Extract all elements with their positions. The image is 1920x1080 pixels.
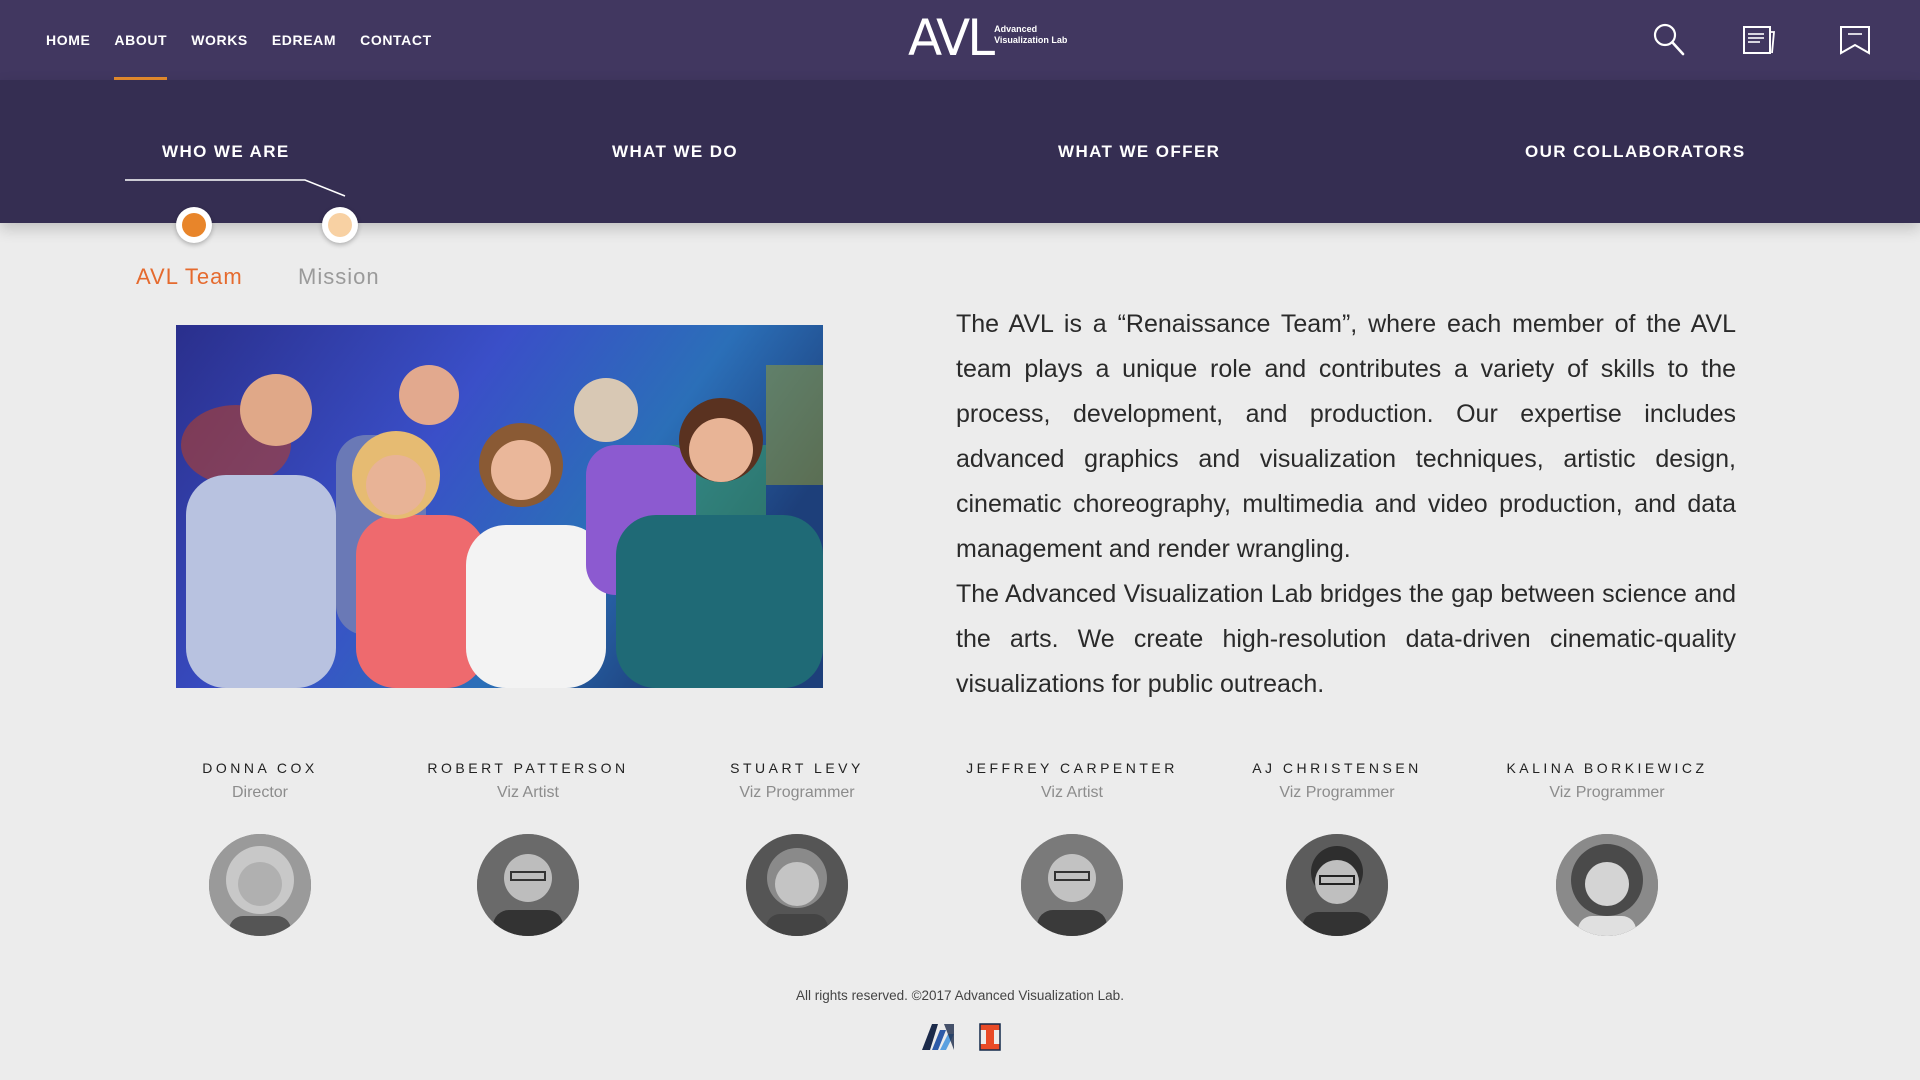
nav-works[interactable]: WORKS: [179, 0, 260, 80]
member-name: ROBERT PATTERSON: [427, 760, 629, 776]
section-dot-avl-team-fill: [182, 213, 206, 237]
logo-subtitle: Advanced Visualization Lab: [994, 24, 1084, 46]
footer-copyright: All rights reserved. ©2017 Advanced Visu…: [796, 988, 1124, 1003]
member-name: AJ CHRISTENSEN: [1252, 760, 1422, 776]
avatar[interactable]: [477, 834, 579, 936]
ncsa-logo-icon[interactable]: [922, 1024, 954, 1050]
section-dot-mission-fill: [328, 213, 352, 237]
section-dot-avl-team[interactable]: [176, 207, 212, 243]
tab-what-we-do[interactable]: WHAT WE DO: [612, 140, 738, 164]
member-name: STUART LEVY: [730, 760, 864, 776]
logo-subtitle-line1: Advanced: [994, 24, 1038, 34]
team-member-card[interactable]: KALINA BORKIEWICZ Viz Programmer: [1477, 760, 1737, 936]
member-role: Viz Programmer: [1549, 784, 1665, 801]
member-role: Director: [231, 784, 288, 801]
member-role: Viz Programmer: [1279, 784, 1395, 801]
team-photo: [176, 325, 823, 688]
footer-logos: [920, 1020, 1030, 1054]
team-member-card[interactable]: JEFFREY CARPENTER Viz Artist: [942, 760, 1202, 936]
tab-what-we-offer[interactable]: WHAT WE OFFER: [1058, 140, 1220, 164]
avatar[interactable]: [1286, 834, 1388, 936]
team-member-card[interactable]: STUART LEVY Viz Programmer: [667, 760, 927, 936]
section-connector-line: [125, 179, 346, 197]
nav-contact[interactable]: CONTACT: [348, 0, 444, 80]
illinois-logo-icon[interactable]: [979, 1023, 1001, 1051]
tab-our-collaborators[interactable]: OUR COLLABORATORS: [1525, 140, 1746, 164]
team-member-card[interactable]: AJ CHRISTENSEN Viz Programmer: [1207, 760, 1467, 936]
intro-text: The AVL is a “Renaissance Team”, where e…: [956, 302, 1736, 707]
team-member-card[interactable]: ROBERT PATTERSON Viz Artist: [398, 760, 658, 936]
bookmark-icon[interactable]: [1838, 22, 1872, 58]
intro-paragraph-1: The AVL is a “Renaissance Team”, where e…: [956, 310, 1736, 563]
member-role: Viz Artist: [1041, 784, 1103, 801]
nav-home[interactable]: HOME: [34, 0, 102, 80]
avatar[interactable]: [1021, 834, 1123, 936]
avatar[interactable]: [1556, 834, 1658, 936]
avatar[interactable]: [209, 834, 311, 936]
search-icon[interactable]: [1652, 22, 1686, 58]
nav-about[interactable]: ABOUT: [102, 0, 179, 80]
intro-paragraph-2: The Advanced Visualization Lab bridges t…: [956, 580, 1736, 698]
newspaper-icon[interactable]: [1742, 22, 1776, 58]
member-name: DONNA COX: [202, 760, 318, 776]
member-name: JEFFREY CARPENTER: [966, 760, 1178, 776]
section-label-mission[interactable]: Mission: [298, 264, 380, 290]
nav-edream[interactable]: EDREAM: [260, 0, 348, 80]
section-dot-mission[interactable]: [322, 207, 358, 243]
avl-logo[interactable]: AVL Advanced Visualization Lab: [908, 12, 1084, 64]
tab-who-we-are[interactable]: WHO WE ARE: [162, 140, 290, 164]
member-name: KALINA BORKIEWICZ: [1506, 760, 1708, 776]
top-navigation-bar: HOME ABOUT WORKS EDREAM CONTACT AVL Adva…: [0, 0, 1920, 80]
avatar[interactable]: [746, 834, 848, 936]
logo-mark: AVL: [908, 9, 995, 67]
member-role: Viz Artist: [497, 784, 559, 801]
main-nav: HOME ABOUT WORKS EDREAM CONTACT: [34, 0, 444, 80]
section-label-avl-team[interactable]: AVL Team: [136, 264, 243, 290]
team-member-card[interactable]: DONNA COX Director: [130, 760, 390, 936]
logo-subtitle-line2: Visualization Lab: [994, 35, 1068, 45]
member-role: Viz Programmer: [739, 784, 855, 801]
